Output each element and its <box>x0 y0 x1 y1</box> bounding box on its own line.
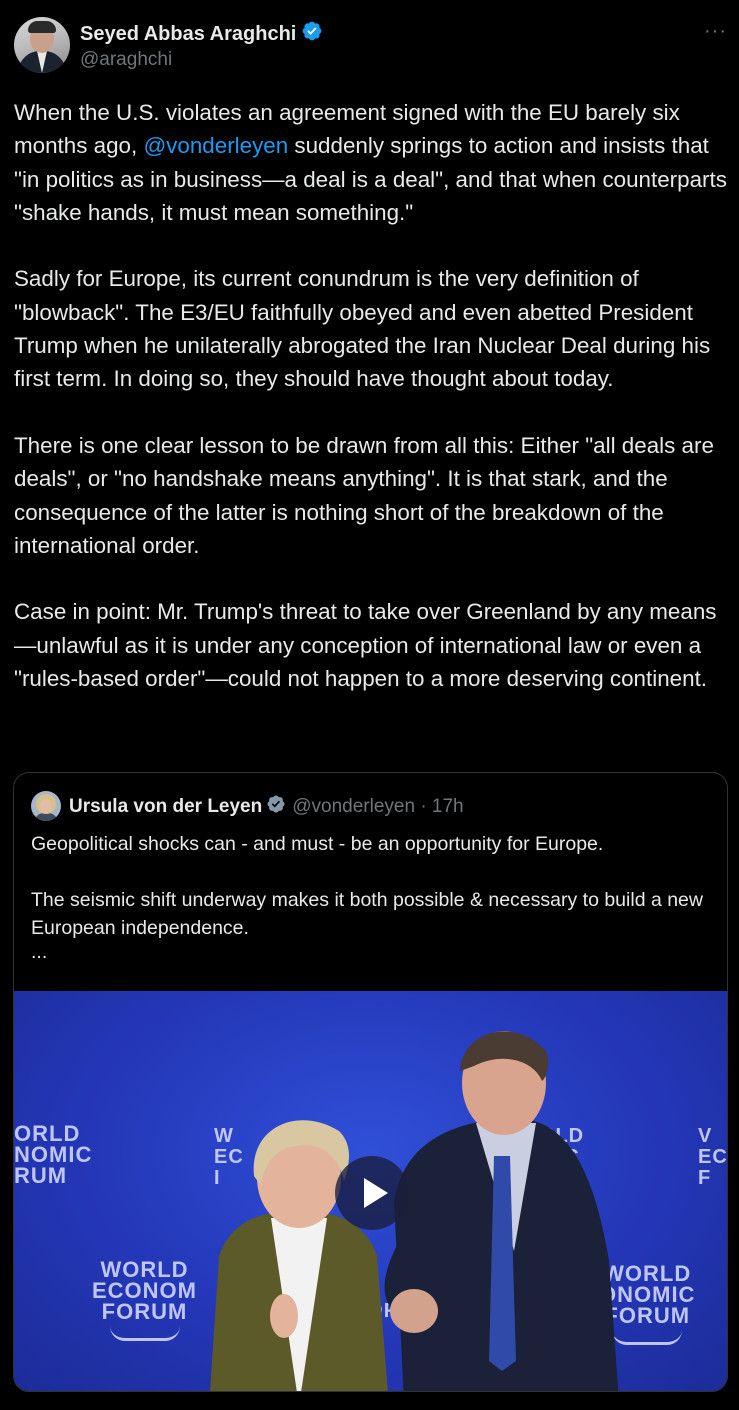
tweet-text: When the U.S. violates an agreement sign… <box>14 96 734 729</box>
mention-link[interactable]: @vonderleyen <box>143 133 288 158</box>
verified-badge-icon <box>266 794 286 820</box>
wef-logo: ORLD NOMIC RUM <box>14 1121 93 1188</box>
wef-logo: V EC F <box>698 1125 727 1189</box>
wef-logo: WORLD ECONOM FORUM <box>92 1259 197 1341</box>
video-player[interactable]: ORLDNOMICRUM WECI RLDMIC VECF WORLDECONO… <box>14 991 727 1391</box>
verified-badge-icon <box>301 20 323 48</box>
tweet-paragraph-2: Sadly for Europe, its current conundrum … <box>14 266 711 392</box>
person-woman <box>199 1106 419 1391</box>
more-icon[interactable]: ··· <box>704 20 727 43</box>
quoted-paragraph-1: Geopolitical shocks can - and must - be … <box>31 833 604 855</box>
play-button[interactable] <box>335 1156 409 1230</box>
quoted-author-name[interactable]: Ursula von der Leyen <box>69 796 262 818</box>
play-icon <box>364 1178 388 1208</box>
tweet-paragraph-4: Case in point: Mr. Trump's threat to tak… <box>14 599 717 692</box>
quoted-meta: @vonderleyen · 17h <box>292 796 464 817</box>
quoted-ellipsis: ... <box>31 941 48 963</box>
quoted-tweet[interactable]: Ursula von der Leyen @vonderleyen · 17h … <box>13 772 728 1392</box>
quoted-avatar[interactable] <box>31 791 61 821</box>
quoted-text: Geopolitical shocks can - and must - be … <box>31 830 721 962</box>
quoted-header: Ursula von der Leyen @vonderleyen · 17h <box>69 794 464 820</box>
author-name[interactable]: Seyed Abbas Araghchi <box>80 20 323 48</box>
author-name-text: Seyed Abbas Araghchi <box>80 22 297 45</box>
quoted-paragraph-2: The seismic shift underway makes it both… <box>31 889 703 939</box>
tweet-paragraph-3: There is one clear lesson to be drawn fr… <box>14 432 714 558</box>
tweet-paragraph-1: When the U.S. violates an agreement sign… <box>14 100 727 225</box>
author-avatar[interactable] <box>14 17 70 73</box>
author-handle[interactable]: @araghchi <box>80 49 172 71</box>
